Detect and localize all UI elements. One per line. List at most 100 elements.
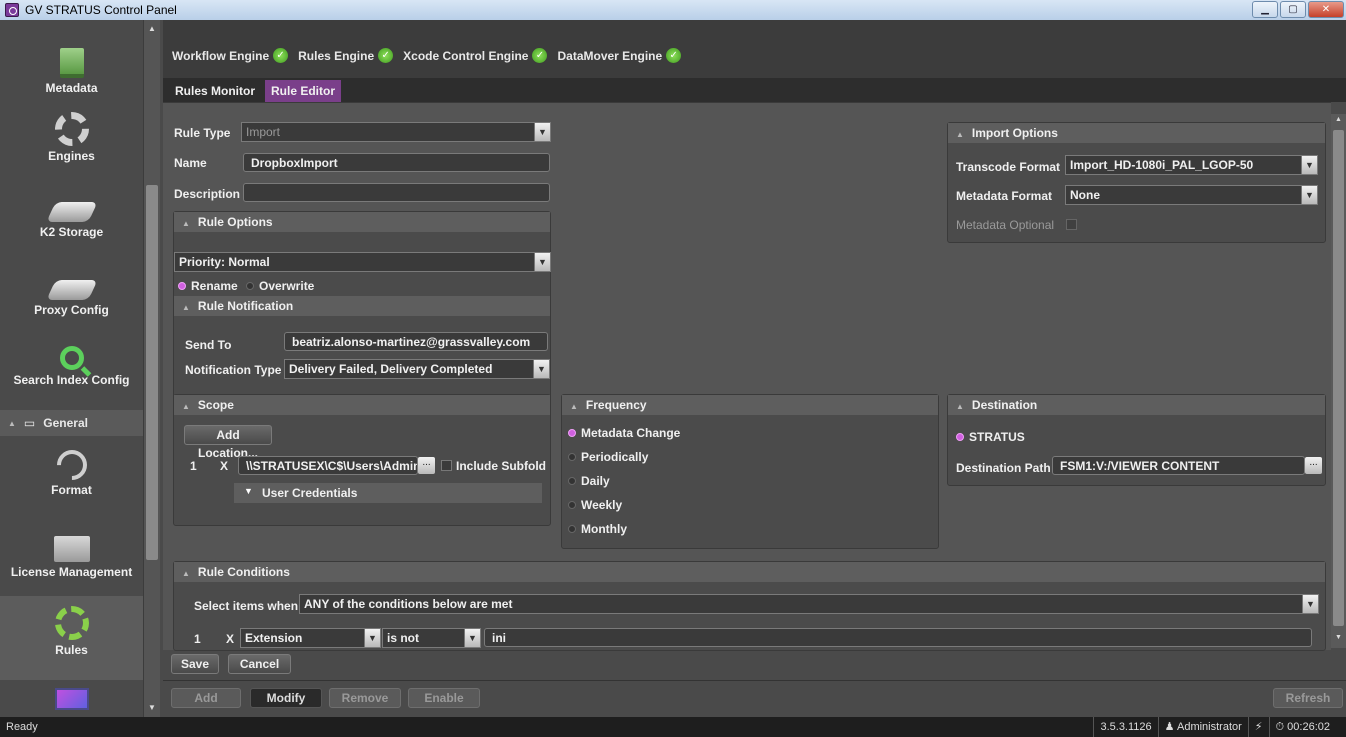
scope-row-index: 1 (190, 459, 197, 473)
sidebar-item-search-index-config[interactable]: Search Index Config (0, 342, 143, 387)
frequency-monthly-radio[interactable]: Monthly (568, 522, 627, 536)
minimize-button[interactable]: ▁ (1252, 1, 1278, 18)
sidebar-group-general[interactable]: ▲ ▭ General (0, 410, 143, 436)
radio-icon (568, 525, 576, 533)
frequency-metadata-change-radio[interactable]: Metadata Change (568, 426, 680, 440)
scope-panel: ▲ Scope Add Location... 1 X \\STRATUSEX\C… (173, 394, 551, 526)
condition-row-index: 1 (194, 632, 201, 646)
location-path-input[interactable]: \\STRATUSEX\C$\Users\Administr (238, 456, 418, 475)
sidebar-item-label: Rules (55, 643, 88, 657)
destination-path-input[interactable]: FSM1:V:/VIEWER CONTENT (1052, 456, 1305, 475)
notification-type-label: Notification Type (185, 363, 282, 377)
status-bar: Ready 3.5.3.1126 ♟ Administrator ⚡ ⏱ 00:… (0, 717, 1346, 737)
tab-rule-editor[interactable]: Rule Editor (265, 80, 342, 107)
frequency-header[interactable]: ▲ Frequency (562, 395, 938, 415)
rule-notification-header[interactable]: ▲ Rule Notification (174, 296, 550, 316)
name-label: Name (174, 156, 207, 170)
sidebar-item-metadata[interactable]: Metadata (0, 48, 143, 95)
chevron-down-icon: ▼ (534, 123, 550, 141)
frequency-periodically-radio[interactable]: Periodically (568, 450, 648, 464)
browse-location-button[interactable]: ... (418, 457, 435, 474)
disk-icon (45, 202, 98, 222)
expand-arrow-icon: ▼ (244, 486, 253, 496)
enable-rule-button[interactable]: Enable (408, 688, 480, 708)
destination-header[interactable]: ▲ Destination (948, 395, 1325, 415)
engine-datamover: DataMover Engine ✓ (557, 48, 682, 63)
sidebar-item-label: K2 Storage (39, 225, 104, 239)
sidebar-scrollbar[interactable]: ▲ ▼ (143, 20, 160, 717)
sidebar-item-proxy-config[interactable]: Proxy Config (0, 270, 143, 317)
chevron-down-icon: ▼ (1301, 186, 1317, 204)
frequency-daily-radio[interactable]: Daily (568, 474, 610, 488)
sidebar-item-engines[interactable]: Engines (0, 112, 143, 163)
remove-rule-button[interactable]: Remove (329, 688, 401, 708)
condition-field-select[interactable]: Extension ▼ (240, 628, 381, 648)
maximize-button[interactable]: ▢ (1280, 1, 1306, 18)
rule-options-header[interactable]: ▲ Rule Options (174, 212, 550, 232)
overwrite-radio[interactable]: Overwrite (246, 279, 314, 293)
condition-match-select[interactable]: ANY of the conditions below are met ▼ (299, 594, 1319, 614)
import-options-header[interactable]: ▲ Import Options (948, 123, 1325, 143)
user-credentials-header[interactable]: ▼ User Credentials (234, 483, 542, 503)
name-input[interactable]: DropboxImport (243, 153, 550, 172)
collapse-arrow-icon: ▲ (956, 130, 964, 139)
rule-type-select[interactable]: Import ▼ (241, 122, 551, 142)
radio-icon (568, 501, 576, 509)
tab-rules-monitor[interactable]: Rules Monitor (169, 80, 261, 102)
save-button[interactable]: Save (171, 654, 219, 674)
sidebar-item-license-management[interactable]: License Management (0, 530, 143, 579)
sidebar-item-more[interactable] (0, 688, 143, 713)
check-icon: ✓ (532, 48, 548, 63)
metadata-optional-checkbox[interactable] (1066, 219, 1077, 230)
remove-condition-button[interactable]: X (226, 632, 234, 646)
chevron-down-icon: ▼ (533, 360, 549, 378)
sidebar-item-label: Proxy Config (34, 303, 109, 317)
frequency-weekly-radio[interactable]: Weekly (568, 498, 622, 512)
scroll-down-icon[interactable]: ▼ (1333, 634, 1344, 646)
condition-value-input[interactable]: ini (484, 628, 1312, 647)
frequency-panel: ▲ Frequency Metadata Change Periodically … (561, 394, 939, 549)
modify-rule-button[interactable]: Modify (250, 688, 322, 708)
radio-icon (568, 477, 576, 485)
browse-destination-button[interactable]: ... (1305, 457, 1322, 474)
remove-location-button[interactable]: X (220, 459, 228, 473)
search-icon (59, 346, 84, 370)
destination-path-label: Destination Path (956, 461, 1051, 475)
scope-header[interactable]: ▲ Scope (174, 395, 550, 415)
radio-icon (246, 282, 254, 290)
rule-conditions-header[interactable]: ▲ Rule Conditions (174, 562, 1325, 582)
transcode-format-select[interactable]: Import_HD-1080i_PAL_LGOP-50 ▼ (1065, 155, 1318, 175)
add-location-button[interactable]: Add Location... (184, 425, 272, 460)
destination-stratus-radio[interactable]: STRATUS (956, 430, 1025, 444)
sidebar-item-label: Format (51, 483, 92, 497)
rename-radio[interactable]: Rename (178, 279, 238, 293)
app-logo-icon (5, 3, 19, 17)
sidebar-item-rules[interactable]: Rules (0, 596, 143, 680)
add-rule-button[interactable]: Add (171, 688, 241, 708)
cancel-button[interactable]: Cancel (228, 654, 291, 674)
destination-panel: ▲ Destination STRATUS Destination Path FS… (947, 394, 1326, 486)
gear-icon (54, 112, 89, 146)
sidebar-item-format[interactable]: Format (0, 443, 143, 497)
description-input[interactable] (243, 183, 550, 202)
send-to-input[interactable]: beatriz.alonso-martinez@grassvalley.com (284, 332, 548, 351)
send-to-label: Send To (185, 338, 232, 352)
refresh-button[interactable]: Refresh (1273, 688, 1343, 708)
chevron-down-icon: ▼ (1301, 156, 1317, 174)
scroll-up-icon[interactable]: ▲ (1333, 116, 1344, 128)
scroll-down-icon[interactable]: ▼ (146, 701, 158, 715)
scroll-up-icon[interactable]: ▲ (146, 22, 158, 36)
scrollbar-thumb[interactable] (1333, 130, 1344, 626)
condition-operator-select[interactable]: is not ▼ (382, 628, 481, 648)
metadata-format-select[interactable]: None ▼ (1065, 185, 1318, 205)
editor-scrollbar[interactable]: ▲ ▼ (1331, 114, 1346, 648)
sidebar-item-k2-storage[interactable]: K2 Storage (0, 192, 143, 239)
priority-select[interactable]: Priority: Normal ▼ (174, 252, 551, 272)
timer-icon: ⏱ (1275, 721, 1285, 733)
scrollbar-thumb[interactable] (146, 185, 158, 560)
window-title: GV STRATUS Control Panel (25, 3, 177, 17)
notification-type-select[interactable]: Delivery Failed, Delivery Completed ▼ (284, 359, 550, 379)
include-subfolders-checkbox[interactable] (441, 460, 452, 471)
close-button[interactable]: ✕ (1308, 1, 1344, 18)
version-label: 3.5.3.1126 (1093, 717, 1152, 737)
